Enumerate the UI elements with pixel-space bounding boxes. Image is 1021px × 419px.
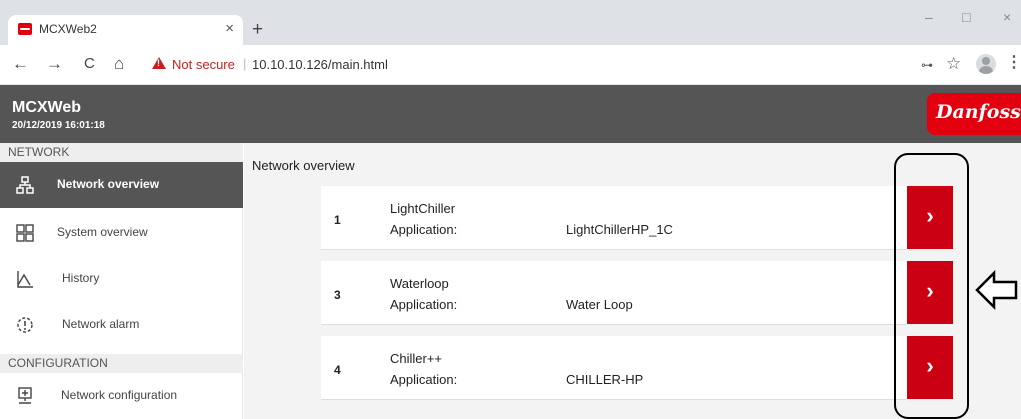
application-label: Application: — [390, 372, 458, 387]
node-number: 4 — [334, 363, 341, 377]
forward-icon[interactable]: → — [46, 55, 63, 73]
sidebar-item-label: System overview — [57, 225, 148, 239]
maximize-icon[interactable]: □ — [962, 9, 970, 25]
star-icon[interactable]: ☆ — [946, 55, 961, 73]
node-name: LightChiller — [390, 201, 456, 216]
left-arrow-icon — [975, 270, 1018, 310]
new-tab-icon[interactable]: + — [252, 20, 263, 40]
home-icon[interactable]: ⌂ — [114, 55, 124, 73]
application-value: CHILLER-HP — [566, 372, 644, 387]
reload-icon[interactable]: C — [84, 55, 95, 73]
highlight-box — [894, 153, 969, 419]
tab-close-icon[interactable]: × — [225, 20, 234, 37]
node-number: 3 — [334, 288, 341, 302]
app-title: MCXWeb — [12, 99, 82, 116]
address-bar[interactable]: 10.10.10.126/main.html — [252, 57, 388, 72]
tab-title: MCXWeb2 — [39, 22, 97, 36]
page-title: Network overview — [252, 158, 355, 173]
node-name: Chiller++ — [390, 351, 443, 366]
browser-tab[interactable]: MCXWeb2 × — [8, 15, 243, 45]
sidebar-item-label: Network alarm — [62, 317, 140, 331]
node-card: 4 Chiller++ Application: CHILLER-HP — [321, 336, 907, 400]
danfoss-favicon-icon — [18, 23, 32, 35]
section-label-configuration: CONFIGURATION — [0, 354, 243, 373]
sidebar-item-network-configuration[interactable]: Network configuration — [0, 373, 243, 419]
node-name: Waterloop — [390, 276, 449, 291]
alarm-icon — [16, 316, 34, 334]
menu-icon[interactable]: ⋮ — [1006, 54, 1021, 72]
browser-tab-strip: MCXWeb2 × + – □ × — [0, 0, 1021, 45]
app-header: MCXWeb 20/12/2019 16:01:18 Danfoss — [0, 85, 1021, 143]
sidebar-item-label: Network configuration — [61, 388, 178, 402]
danfoss-logo: Danfoss — [927, 93, 1021, 135]
network-icon — [16, 176, 34, 194]
app-datetime: 20/12/2019 16:01:18 — [12, 120, 105, 131]
brand-wordmark: Danfoss — [936, 101, 1021, 123]
sidebar-item-history[interactable]: History — [0, 256, 243, 302]
application-label: Application: — [390, 297, 458, 312]
key-icon[interactable]: ⊶ — [921, 59, 933, 72]
warning-icon[interactable] — [152, 57, 166, 69]
not-secure-label[interactable]: Not secure — [172, 57, 235, 72]
back-icon[interactable]: ← — [12, 55, 29, 73]
history-chart-icon — [16, 270, 34, 288]
application-label: Application: — [390, 222, 458, 237]
node-card: 3 Waterloop Application: Water Loop — [321, 261, 907, 325]
sidebar-item-network-overview[interactable]: Network overview — [0, 162, 243, 208]
profile-icon[interactable] — [976, 54, 996, 74]
node-card: 1 LightChiller Application: LightChiller… — [321, 186, 907, 250]
close-window-icon[interactable]: × — [1003, 9, 1011, 25]
application-value: LightChillerHP_1C — [566, 222, 673, 237]
network-config-icon — [16, 387, 34, 405]
minimize-icon[interactable]: – — [925, 9, 933, 25]
url-separator: | — [243, 56, 247, 71]
application-value: Water Loop — [566, 297, 633, 312]
section-label-network: NETWORK — [0, 143, 243, 162]
grid-icon — [16, 224, 34, 242]
sidebar-item-label: Network overview — [57, 177, 160, 191]
browser-toolbar: ← → C ⌂ Not secure | 10.10.10.126/main.h… — [0, 45, 1021, 85]
node-number: 1 — [334, 213, 341, 227]
sidebar-item-system-overview[interactable]: System overview — [0, 210, 243, 256]
sidebar-item-network-alarm[interactable]: Network alarm — [0, 302, 243, 348]
sidebar-item-label: History — [62, 271, 100, 285]
sidebar: NETWORK Network overview System overview… — [0, 143, 243, 419]
